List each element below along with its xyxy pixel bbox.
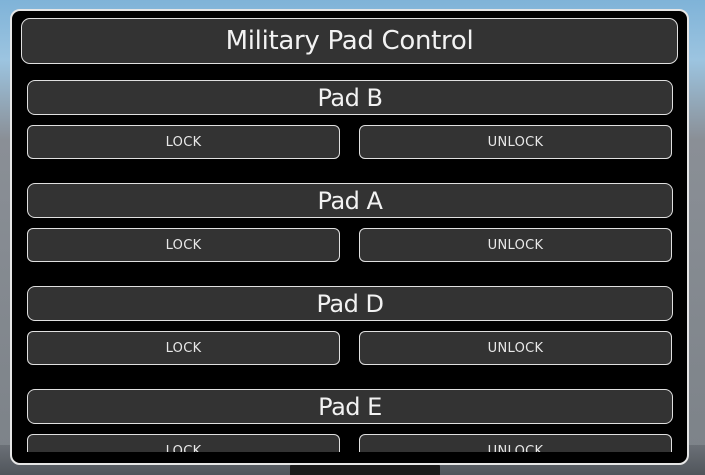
pad-d-unlock-button[interactable]: UNLOCK (359, 331, 672, 365)
pad-e-lock-button[interactable]: LOCK (27, 434, 340, 452)
pad-a-lock-button[interactable]: LOCK (27, 228, 340, 262)
pad-d-buttons: LOCK UNLOCK (27, 331, 673, 365)
pad-section-d: Pad D LOCK UNLOCK (27, 286, 673, 389)
pad-control-panel: Military Pad Control Pad B LOCK UNLOCK P… (10, 9, 689, 465)
pad-a-header: Pad A (27, 183, 673, 218)
pad-section-e: Pad E LOCK UNLOCK (27, 389, 673, 452)
pad-b-lock-button[interactable]: LOCK (27, 125, 340, 159)
pad-a-buttons: LOCK UNLOCK (27, 228, 673, 262)
pad-section-a: Pad A LOCK UNLOCK (27, 183, 673, 286)
panel-title: Military Pad Control (21, 18, 678, 64)
pad-e-header: Pad E (27, 389, 673, 424)
pad-d-lock-button[interactable]: LOCK (27, 331, 340, 365)
pad-a-unlock-button[interactable]: UNLOCK (359, 228, 672, 262)
pad-b-buttons: LOCK UNLOCK (27, 125, 673, 159)
pad-e-unlock-button[interactable]: UNLOCK (359, 434, 672, 452)
pad-section-b: Pad B LOCK UNLOCK (27, 80, 673, 183)
pad-e-buttons: LOCK UNLOCK (27, 434, 673, 452)
pad-b-unlock-button[interactable]: UNLOCK (359, 125, 672, 159)
pad-list[interactable]: Pad B LOCK UNLOCK Pad A LOCK UNLOCK Pad … (27, 80, 673, 452)
pad-d-header: Pad D (27, 286, 673, 321)
pad-b-header: Pad B (27, 80, 673, 115)
